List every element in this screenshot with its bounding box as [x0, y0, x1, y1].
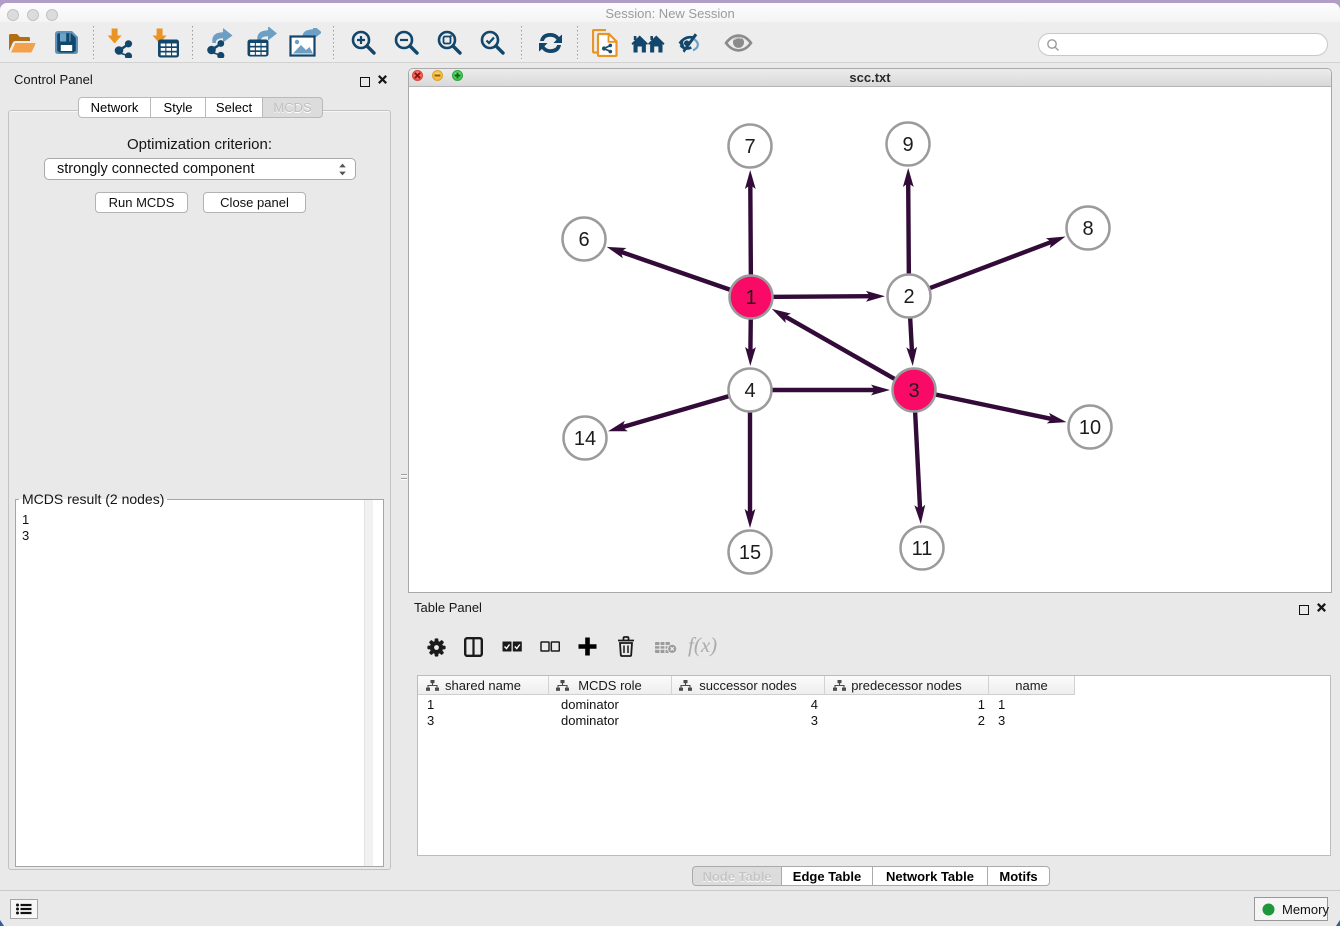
svg-text:7: 7: [744, 136, 755, 158]
svg-text:15: 15: [739, 542, 761, 564]
svg-text:3: 3: [908, 380, 919, 402]
svg-text:14: 14: [574, 428, 596, 450]
svg-text:8: 8: [1082, 218, 1093, 240]
svg-text:2: 2: [903, 286, 914, 308]
svg-text:6: 6: [578, 229, 589, 251]
svg-text:10: 10: [1079, 417, 1101, 439]
svg-text:4: 4: [744, 380, 755, 402]
svg-text:9: 9: [902, 134, 913, 156]
svg-text:11: 11: [912, 538, 933, 560]
svg-text:1: 1: [745, 287, 756, 309]
